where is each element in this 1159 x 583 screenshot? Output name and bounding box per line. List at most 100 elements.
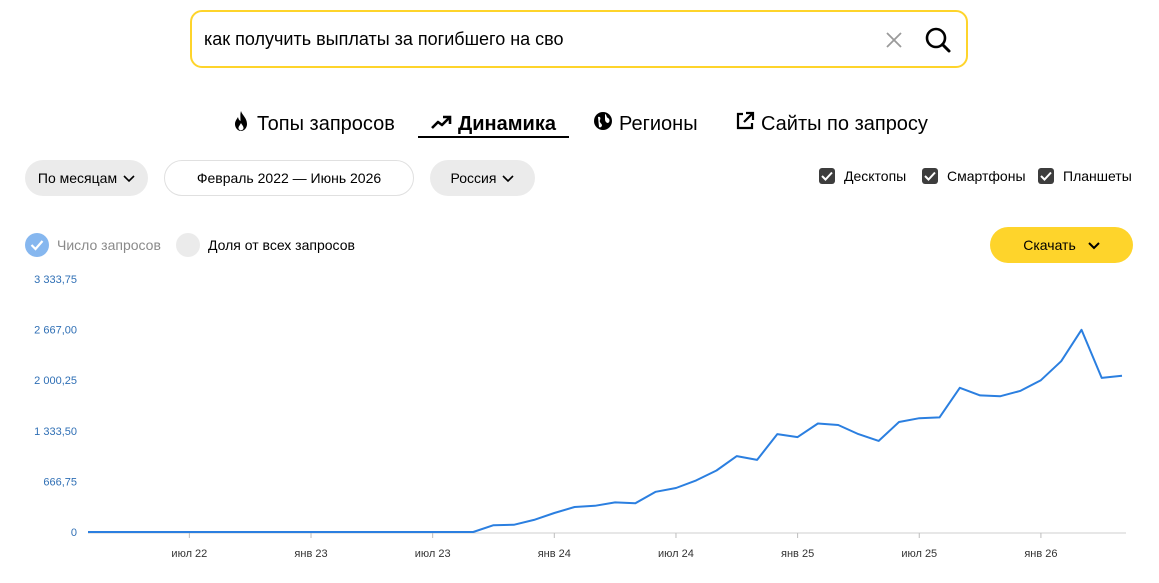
data-point[interactable] [369,529,375,535]
x-tick-label: июл 23 [415,548,451,560]
data-point[interactable] [997,393,1003,399]
chevron-down-icon [123,170,135,186]
data-point[interactable] [774,431,780,437]
data-point[interactable] [693,477,699,483]
tab-dynamics[interactable]: Динамика [430,110,556,138]
search-icon[interactable] [924,26,952,54]
check-icon [1038,168,1054,184]
mode-share-label: Доля от всех запросов [208,237,355,253]
data-point[interactable] [207,529,213,535]
tab-top-queries[interactable]: Топы запросов [231,110,395,138]
checkbox-smartphones[interactable]: Смартфоны [922,168,1026,184]
series-line [88,328,1123,533]
data-point[interactable] [734,453,740,459]
data-point[interactable] [146,529,152,535]
data-point[interactable] [876,438,882,444]
data-point[interactable] [531,517,537,523]
x-tick-label: июл 24 [658,548,694,560]
search-input[interactable] [204,12,854,66]
search-box [190,10,968,68]
date-range-picker[interactable]: Февраль 2022 — Июнь 2026 [164,160,414,196]
check-icon [819,168,835,184]
region-select[interactable]: Россия [430,160,535,196]
check-icon [25,233,49,257]
data-point[interactable] [592,503,598,509]
radio-empty-icon [176,233,200,257]
data-point[interactable] [1079,327,1085,333]
data-point[interactable] [1099,375,1105,381]
tab-regions[interactable]: Регионы [593,110,698,138]
globe-icon [593,111,613,137]
mode-count-radio[interactable]: Число запросов [25,233,161,257]
data-point[interactable] [1038,377,1044,383]
data-point[interactable] [328,529,334,535]
data-point[interactable] [349,529,355,535]
data-point[interactable] [754,457,760,463]
checkbox-desktops[interactable]: Десктопы [819,168,906,184]
data-point[interactable] [85,529,91,535]
data-point[interactable] [470,529,476,535]
check-icon [922,168,938,184]
download-button[interactable]: Скачать [990,227,1133,263]
checkbox-label: Смартфоны [947,168,1026,184]
data-point[interactable] [1119,373,1125,379]
y-tick-label: 2 667,00 [34,325,77,337]
data-point[interactable] [308,529,314,535]
y-tick-label: 0 [71,527,77,539]
tab-bar: Топы запросов Динамика Регионы Сайты по … [0,110,1159,140]
data-point[interactable] [957,385,963,391]
mode-share-radio[interactable]: Доля от всех запросов [176,233,355,257]
fire-icon [231,110,251,138]
data-point[interactable] [937,414,943,420]
period-select[interactable]: По месяцам [25,160,148,196]
data-point[interactable] [491,522,497,528]
line-chart: 3 333,752 667,002 000,251 333,50666,750 … [34,274,1126,560]
chevron-down-icon [1088,237,1100,253]
active-tab-underline [418,136,569,138]
data-point[interactable] [126,529,132,535]
tab-label: Динамика [458,112,556,135]
y-tick-label: 1 333,50 [34,426,77,438]
data-point[interactable] [247,529,253,535]
data-point[interactable] [268,529,274,535]
data-point[interactable] [409,529,415,535]
data-point[interactable] [186,529,192,535]
data-point[interactable] [288,529,294,535]
data-point[interactable] [653,489,659,495]
y-tick-label: 3 333,75 [34,274,77,286]
data-point[interactable] [511,522,517,528]
external-link-icon [735,111,755,137]
close-icon[interactable] [884,30,904,50]
data-point[interactable] [166,529,172,535]
data-point[interactable] [673,485,679,491]
checkbox-tablets[interactable]: Планшеты [1038,168,1132,184]
x-tick-label: июл 22 [171,548,207,560]
tab-label: Сайты по запросу [761,112,928,135]
data-point[interactable] [450,529,456,535]
y-tick-label: 666,75 [43,476,77,488]
data-point[interactable] [916,415,922,421]
data-point[interactable] [430,529,436,535]
chevron-down-icon [502,170,515,186]
data-point[interactable] [835,422,841,428]
data-point[interactable] [977,392,983,398]
data-point[interactable] [855,431,861,437]
data-point[interactable] [632,500,638,506]
data-point[interactable] [815,421,821,427]
trend-up-icon [430,113,452,136]
data-point[interactable] [572,504,578,510]
mode-count-label: Число запросов [57,237,161,253]
data-point[interactable] [105,529,111,535]
data-point[interactable] [896,419,902,425]
data-point[interactable] [795,434,801,440]
data-point[interactable] [227,529,233,535]
data-point[interactable] [1018,388,1024,394]
data-point[interactable] [612,499,618,505]
data-point[interactable] [1058,358,1064,364]
data-point[interactable] [389,529,395,535]
region-label: Россия [450,170,497,186]
data-point[interactable] [551,510,557,516]
tab-sites[interactable]: Сайты по запросу [735,110,928,138]
download-label: Скачать [1023,237,1076,253]
data-point[interactable] [714,468,720,474]
